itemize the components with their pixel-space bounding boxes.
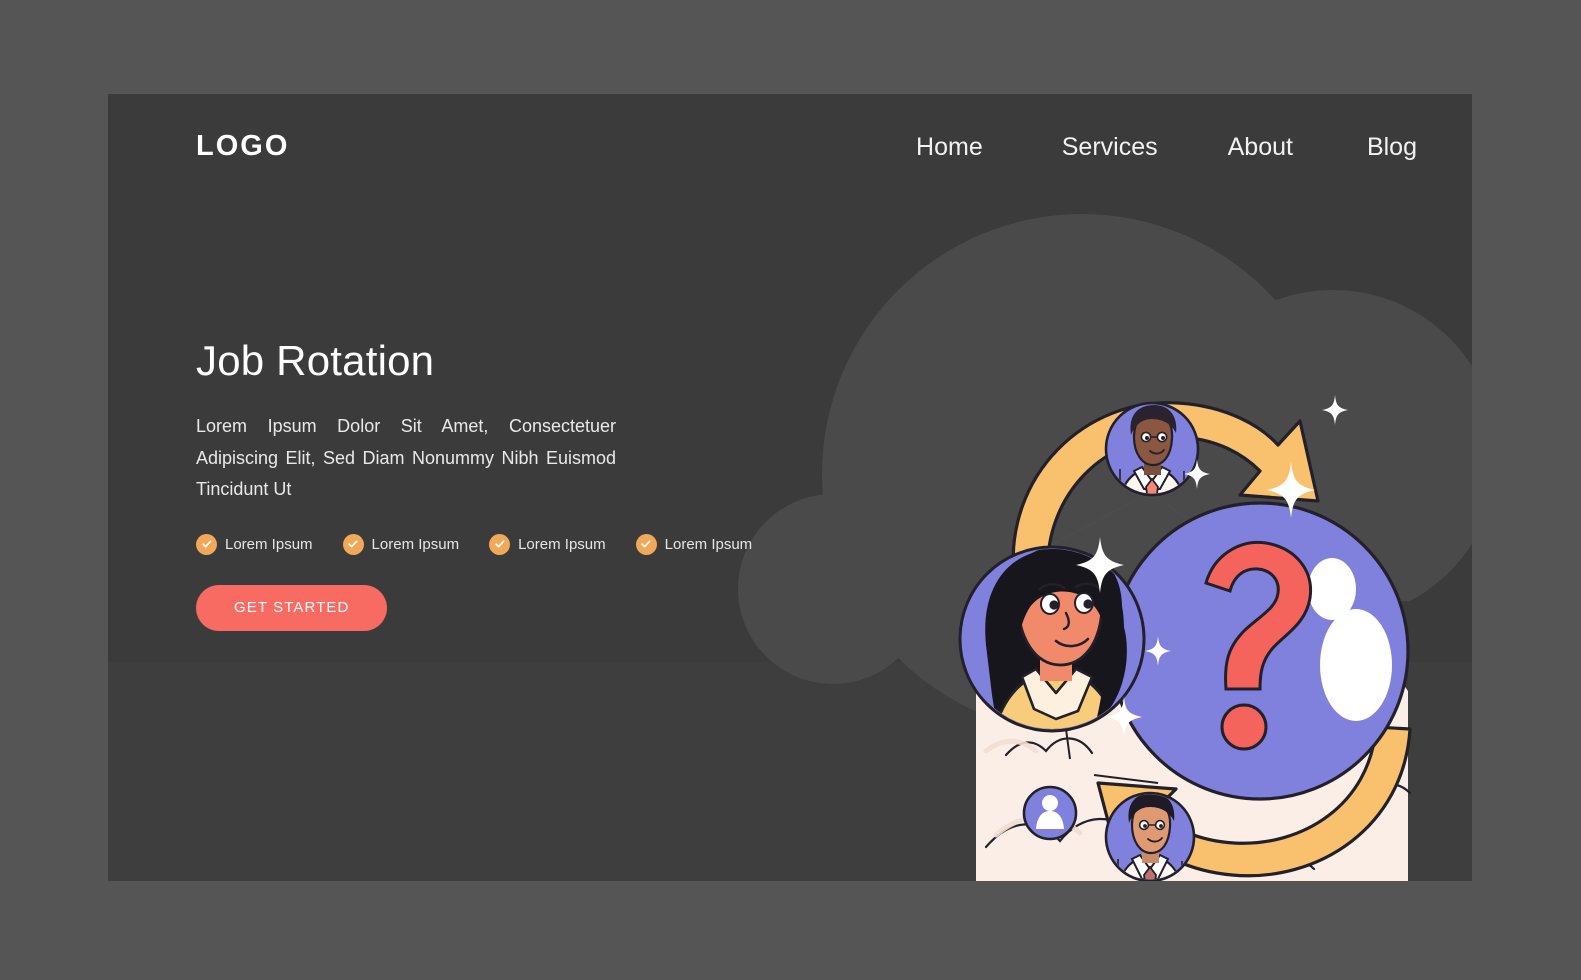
site-header: LOGO Home Services About Blog <box>108 94 1472 219</box>
nav-item-services[interactable]: Services <box>1062 135 1158 160</box>
avatar-man-top <box>1104 401 1200 497</box>
get-started-button[interactable]: GET STARTED <box>196 584 388 631</box>
feature-item: Lorem Ipsum <box>342 533 460 555</box>
check-circle-icon <box>635 533 657 555</box>
feature-item: Lorem Ipsum <box>196 533 313 555</box>
check-circle-icon <box>342 533 364 555</box>
hero-content: Job Rotation Lorem Ipsum Dolor Sit Amet,… <box>196 337 756 631</box>
nav-item-blog[interactable]: Blog <box>1367 135 1417 160</box>
screenshot-stage: LOGO Home Services About Blog Job Rotati… <box>0 0 1581 980</box>
feature-label: Lorem Ipsum <box>518 535 606 553</box>
hero-subtitle: Lorem Ipsum Dolor Sit Amet, Consectetuer… <box>196 416 616 500</box>
feature-label: Lorem Ipsum <box>371 535 460 553</box>
feature-item: Lorem Ipsum <box>489 533 606 555</box>
logo[interactable]: LOGO <box>196 132 289 161</box>
check-circle-icon <box>489 533 511 555</box>
feature-item: Lorem Ipsum <box>635 533 753 555</box>
avatar-man-bottom <box>1104 791 1196 881</box>
job-rotation-illustration <box>808 199 1472 881</box>
nav-item-home[interactable]: Home <box>916 135 983 160</box>
user-circle-icon <box>1022 785 1078 841</box>
primary-navigation: Home Services About Blog <box>916 135 1417 160</box>
feature-label: Lorem Ipsum <box>225 535 313 553</box>
feature-label: Lorem Ipsum <box>664 535 753 553</box>
feature-list: Lorem Ipsum Lorem Ipsum Lorem Ipsum Lore… <box>196 533 756 555</box>
nav-item-about[interactable]: About <box>1228 135 1293 160</box>
landing-page-card: LOGO Home Services About Blog Job Rotati… <box>108 94 1472 881</box>
check-circle-icon <box>196 533 217 555</box>
page-title: Job Rotation <box>196 337 435 384</box>
